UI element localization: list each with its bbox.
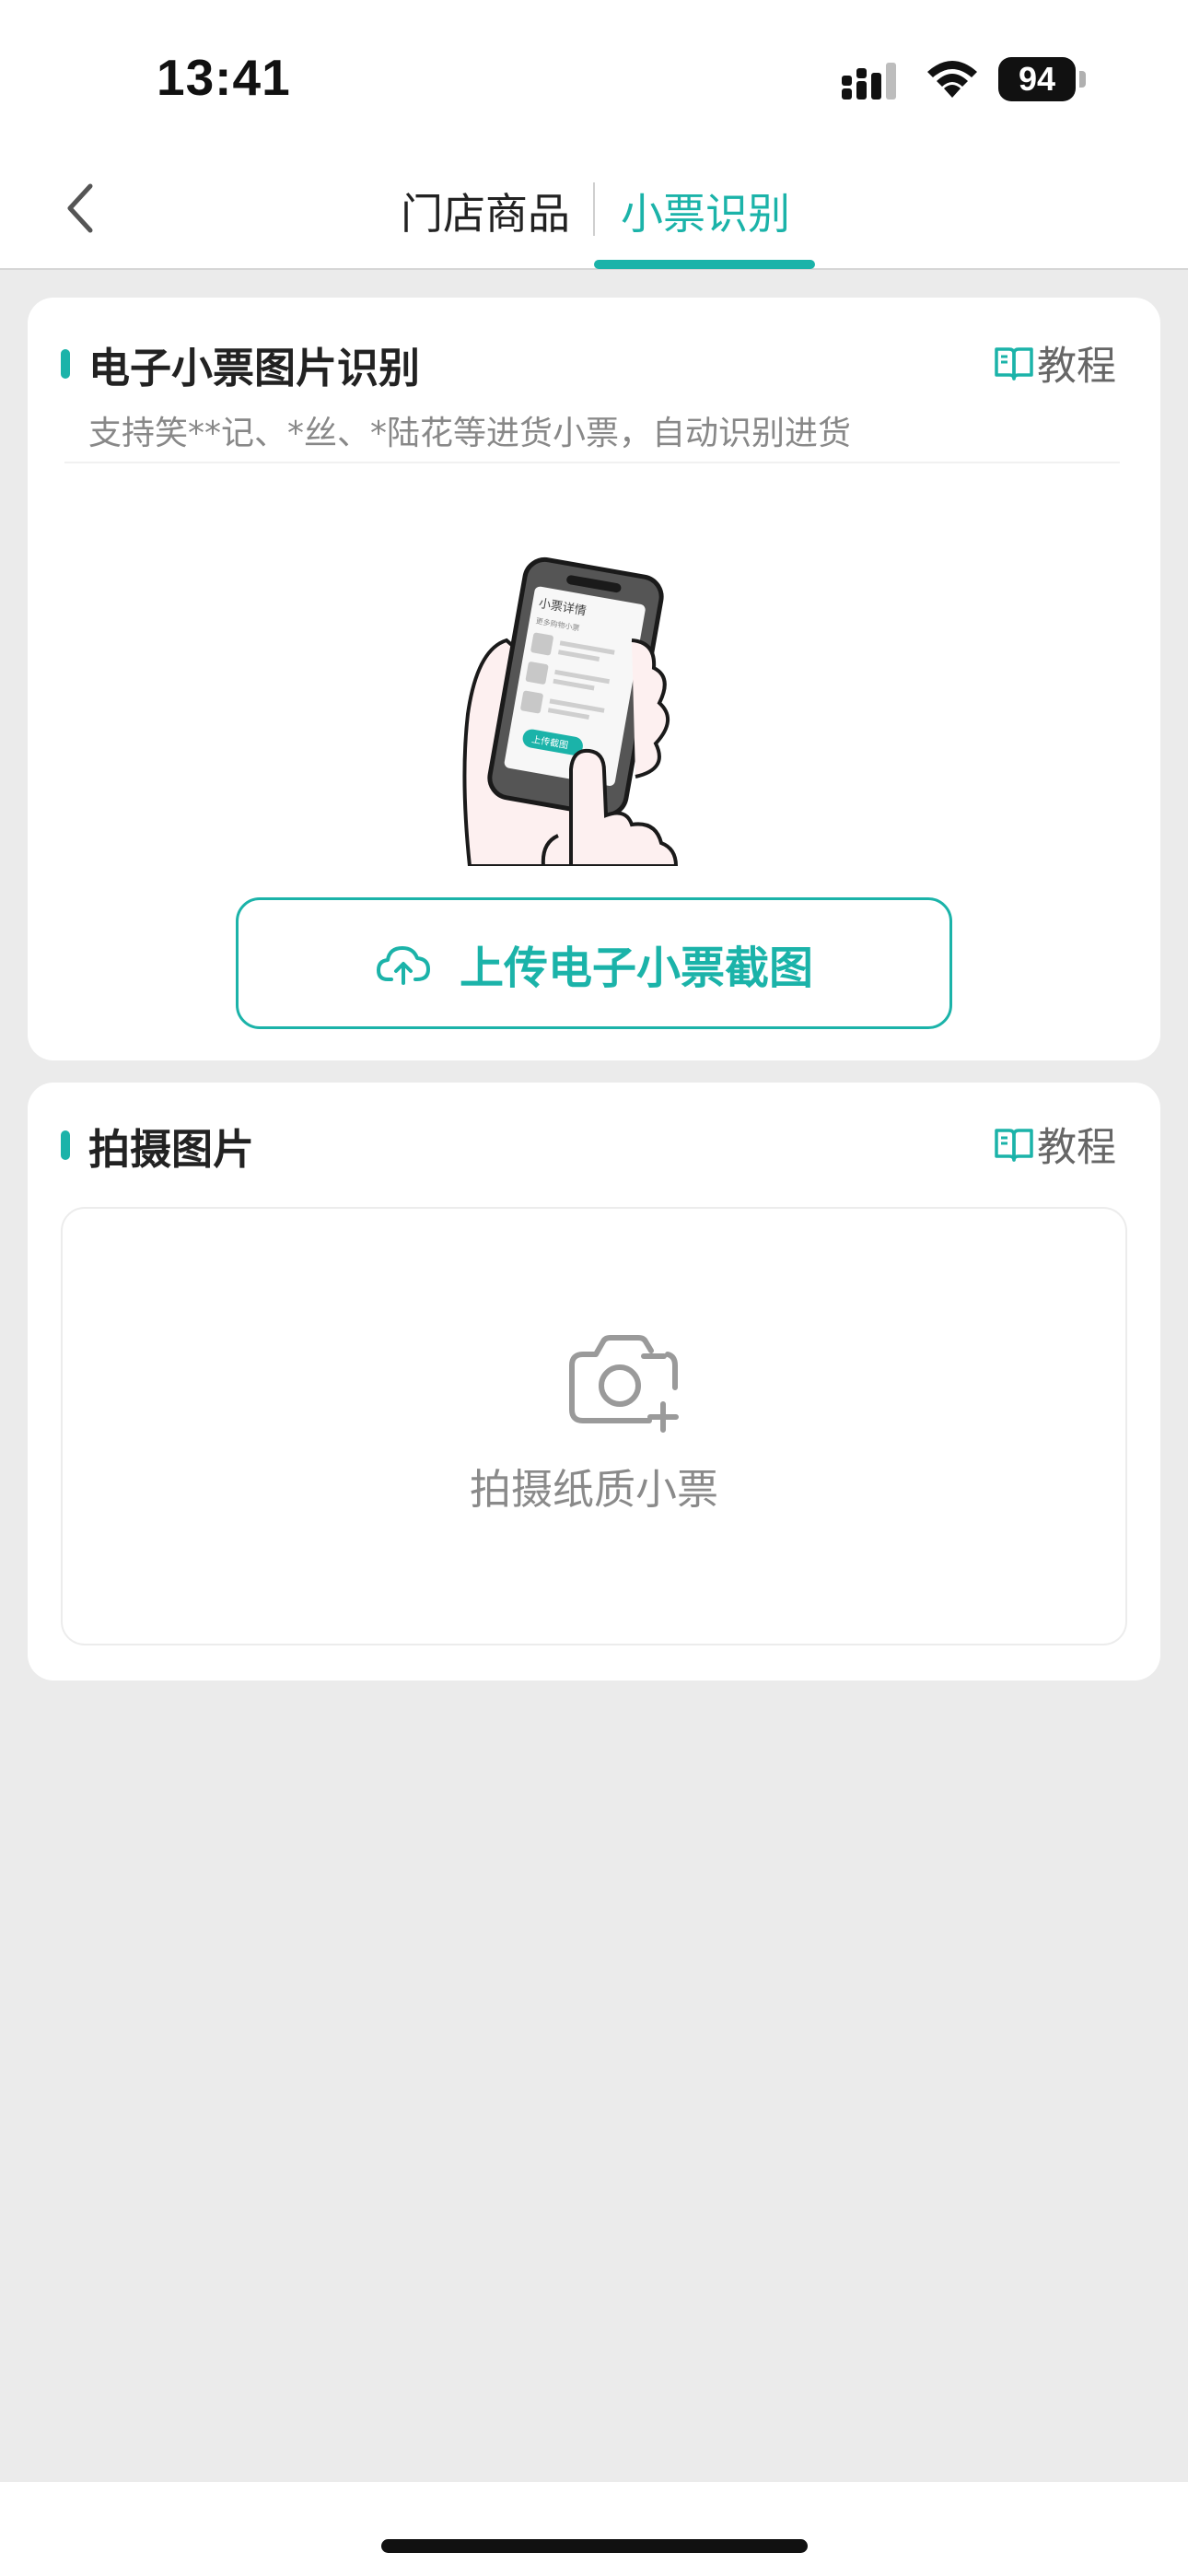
camera-add-icon (569, 1335, 679, 1433)
wifi-icon (927, 61, 977, 98)
cloud-upload-icon (376, 945, 430, 985)
tutorial-link[interactable]: 教程 (993, 1118, 1116, 1171)
section-title: 拍摄图片 (88, 1125, 255, 1174)
capture-paper-receipt-button[interactable]: 拍摄纸质小票 (61, 1207, 1127, 1645)
section-accent-bar (61, 1130, 70, 1160)
battery-level: 94 (998, 57, 1076, 101)
tutorial-label: 教程 (1037, 344, 1116, 390)
battery-cap (1079, 71, 1086, 88)
divider (64, 462, 1120, 463)
book-icon (995, 347, 1033, 381)
status-time: 13:41 (157, 49, 291, 106)
bottom-safe-area (0, 2482, 1188, 2576)
tutorial-link[interactable]: 教程 (993, 337, 1116, 390)
electronic-receipt-card: 电子小票图片识别 教程 支持笑**记、*丝、*陆花等进货小票，自动识别进货 小票… (28, 298, 1160, 1060)
back-button[interactable] (55, 175, 107, 241)
tutorial-label: 教程 (1037, 1125, 1116, 1171)
home-indicator[interactable] (381, 2539, 808, 2553)
photo-capture-card: 拍摄图片 教程 拍摄纸质小票 (28, 1083, 1160, 1680)
cellular-signal-icon (842, 63, 896, 100)
tab-divider (593, 182, 595, 236)
upload-receipt-button[interactable]: 上传电子小票截图 (236, 897, 952, 1029)
section-title: 电子小票图片识别 (88, 344, 421, 392)
book-icon (995, 1129, 1033, 1162)
battery-indicator: 94 (998, 57, 1086, 101)
capture-label: 拍摄纸质小票 (469, 1465, 718, 1514)
tab-store-products[interactable]: 门店商品 (401, 181, 570, 241)
upload-button-label: 上传电子小票截图 (459, 942, 813, 994)
tab-receipt-recognition[interactable]: 小票识别 (621, 181, 790, 241)
active-tab-indicator (594, 260, 815, 269)
phone-hand-illustration: 小票详情 更多购物小票 上传截图 (462, 556, 679, 866)
top-bar: 13:41 94 门店商品 小票识别 (0, 0, 1188, 270)
section-subtitle: 支持笑**记、*丝、*陆花等进货小票，自动识别进货 (88, 415, 852, 452)
section-accent-bar (61, 349, 70, 379)
